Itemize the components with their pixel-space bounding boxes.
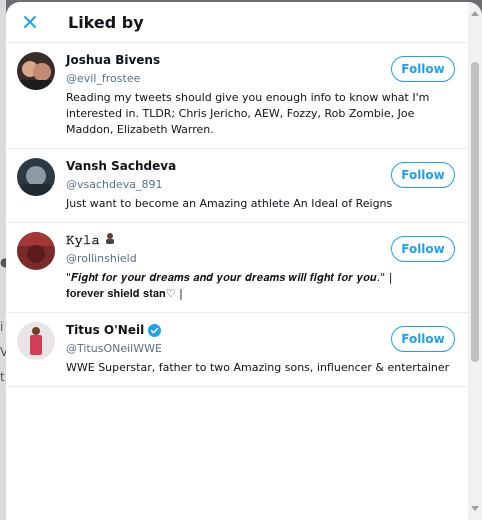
avatar[interactable]	[17, 52, 55, 90]
close-button[interactable]	[20, 12, 40, 32]
chevron-down-icon	[471, 506, 479, 511]
follow-button[interactable]: Follow	[391, 56, 455, 82]
user-name-text: 𝙺𝚢𝚕𝚊	[66, 233, 100, 247]
dialog-title: Liked by	[68, 12, 144, 32]
dialog-header: Liked by	[6, 2, 482, 43]
background-glyph: i	[0, 320, 4, 334]
user-bio: Just want to become an Amazing athlete A…	[66, 197, 393, 210]
follow-button[interactable]: Follow	[391, 162, 455, 188]
scroll-down-arrow[interactable]	[468, 502, 482, 516]
avatar[interactable]	[17, 322, 55, 360]
user-row-titus-oneil[interactable]: Titus O'Neil @TitusONeilWWE WWE Supersta…	[6, 313, 482, 387]
user-name-text: Titus O'Neil	[66, 323, 145, 337]
user-bio: WWE Superstar, father to two Amazing son…	[66, 361, 450, 374]
bio-rest: 𝐟𝐨𝐫𝐞𝐯𝐞𝐫 𝐬𝐡𝐢𝐞𝐥𝐝 𝐬𝐭𝐚𝐧♡ |	[66, 287, 183, 300]
user-bio: Reading my tweets should give you enough…	[66, 91, 430, 136]
user-list: Joshua Bivens @evil_frostee Reading my t…	[6, 43, 482, 387]
scroll-up-arrow[interactable]	[468, 6, 482, 20]
user-row-kyla[interactable]: 𝙺𝚢𝚕𝚊 @rollinshield "𝑭𝒊𝒈𝒉𝒕 𝒇𝒐𝒓 𝒚𝒐𝒖𝒓 𝒅𝒓𝒆𝒂𝒎…	[6, 223, 482, 313]
person-emoji-icon	[104, 232, 116, 248]
bio-quote: "𝑭𝒊𝒈𝒉𝒕 𝒇𝒐𝒓 𝒚𝒐𝒖𝒓 𝒅𝒓𝒆𝒂𝒎𝒔 𝒂𝒏𝒅 𝒚𝒐𝒖𝒓 𝒅𝒓𝒆𝒂𝒎𝒔 𝒘…	[66, 271, 393, 284]
user-bio: "𝑭𝒊𝒈𝒉𝒕 𝒇𝒐𝒓 𝒚𝒐𝒖𝒓 𝒅𝒓𝒆𝒂𝒎𝒔 𝒂𝒏𝒅 𝒚𝒐𝒖𝒓 𝒅𝒓𝒆𝒂𝒎𝒔 𝒘…	[66, 270, 482, 302]
scrollbar[interactable]	[468, 2, 482, 520]
follow-button[interactable]: Follow	[391, 236, 455, 262]
avatar[interactable]	[17, 158, 55, 196]
scrollbar-thumb[interactable]	[471, 62, 479, 362]
close-icon	[24, 16, 36, 28]
follow-button[interactable]: Follow	[391, 326, 455, 352]
background-glyph: t	[0, 370, 5, 384]
user-row-joshua-bivens[interactable]: Joshua Bivens @evil_frostee Reading my t…	[6, 43, 482, 149]
verified-badge-icon	[148, 323, 162, 337]
chevron-up-icon	[471, 11, 479, 16]
liked-by-dialog: Liked by Joshua Bivens @evil_frostee Rea…	[6, 2, 482, 520]
avatar[interactable]	[17, 232, 55, 270]
user-row-vansh-sachdeva[interactable]: Vansh Sachdeva @vsachdeva_891 Just want …	[6, 149, 482, 223]
